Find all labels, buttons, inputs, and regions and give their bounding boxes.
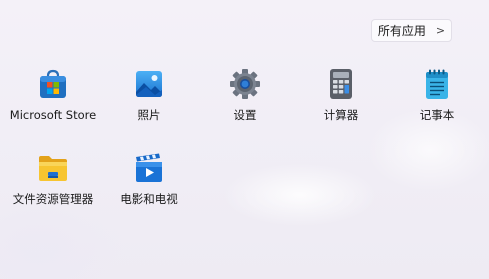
microsoft-store-icon — [37, 68, 69, 100]
file-explorer-icon — [37, 152, 69, 184]
app-label: 文件资源管理器 — [12, 192, 94, 206]
movies-tv-icon — [133, 152, 165, 184]
app-tile-microsoft-store[interactable]: Microsoft Store — [5, 66, 101, 130]
app-tile-photos[interactable]: 照片 — [101, 66, 197, 130]
app-tile-notepad[interactable]: 记事本 — [389, 66, 485, 130]
photos-icon — [133, 68, 165, 100]
app-label: 电影和电视 — [120, 192, 178, 206]
app-label: 记事本 — [419, 108, 455, 122]
settings-gear-icon — [229, 68, 261, 100]
app-label: Microsoft Store — [9, 108, 97, 122]
app-tile-movies-tv[interactable]: 电影和电视 — [101, 150, 197, 214]
app-tile-file-explorer[interactable]: 文件资源管理器 — [5, 150, 101, 214]
chevron-right-icon: > — [435, 24, 446, 37]
app-label: 设置 — [233, 108, 257, 122]
app-label: 照片 — [137, 108, 161, 122]
notepad-icon — [421, 68, 453, 100]
app-label: 计算器 — [323, 108, 359, 122]
app-tile-settings[interactable]: 设置 — [197, 66, 293, 130]
all-apps-label: 所有应用 — [377, 24, 426, 38]
calculator-icon — [325, 68, 357, 100]
all-apps-button[interactable]: 所有应用 > — [371, 19, 452, 42]
app-tile-calculator[interactable]: 计算器 — [293, 66, 389, 130]
